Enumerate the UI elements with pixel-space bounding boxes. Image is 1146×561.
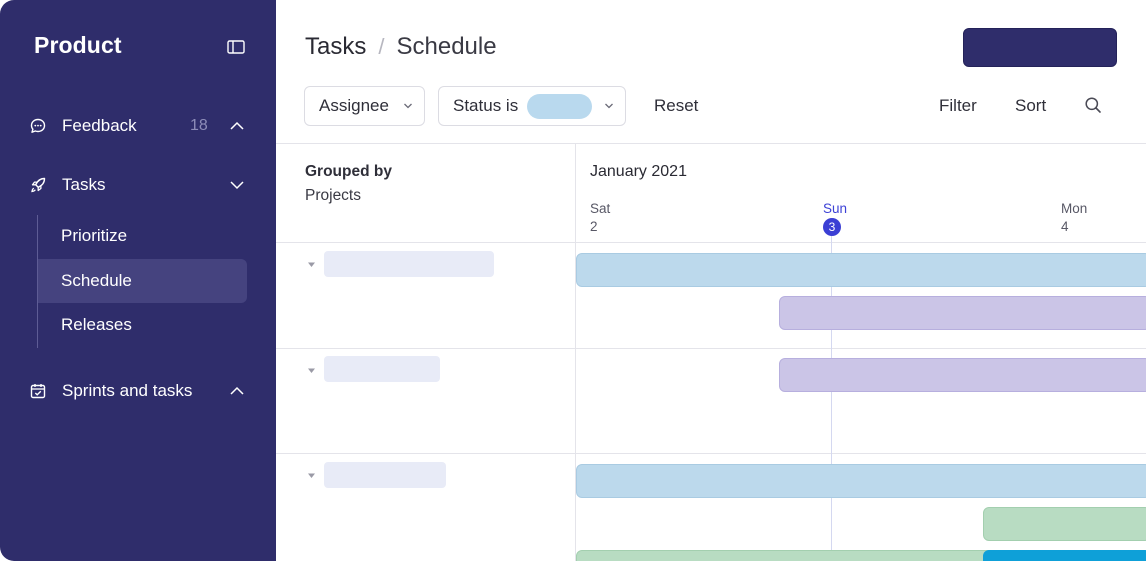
timeline-bar[interactable] xyxy=(983,550,1146,561)
breadcrumb-separator: / xyxy=(378,34,385,59)
sidebar-item-feedback[interactable]: Feedback 18 xyxy=(0,106,276,146)
project-name-placeholder[interactable] xyxy=(324,251,494,277)
sidebar-item-label: Feedback xyxy=(62,116,137,135)
primary-action-button[interactable] xyxy=(963,28,1117,67)
day-name: Sun xyxy=(823,201,848,216)
page-title: Schedule xyxy=(396,33,497,60)
day-name: Sat xyxy=(590,201,611,216)
day-name: Mon xyxy=(1061,201,1088,216)
month-label: January 2021 xyxy=(590,163,687,180)
chevron-down-icon xyxy=(605,103,613,109)
sort-button[interactable]: Sort xyxy=(1015,96,1046,116)
workspace-title: Product xyxy=(34,32,122,58)
assignee-filter-label: Assignee xyxy=(319,96,389,115)
sidebar-subitem-schedule[interactable]: Schedule xyxy=(38,259,247,303)
grouped-by-label: Grouped by xyxy=(305,163,392,180)
chevron-up-icon[interactable] xyxy=(229,384,245,398)
timeline-bar[interactable] xyxy=(779,358,1146,392)
caret-down-icon[interactable] xyxy=(307,367,316,374)
chevron-down-icon xyxy=(404,103,412,109)
timeline-grid: Grouped by Projects January 2021 Sat 2 S… xyxy=(276,143,1146,561)
day-column-mon: Mon 4 xyxy=(1061,200,1087,236)
sidebar-item-sprints-and-tasks[interactable]: Sprints and tasks xyxy=(0,371,276,411)
sidebar: Product Feedback 18 Tasks Prioritize Sch… xyxy=(0,0,276,561)
rocket-icon xyxy=(31,177,46,193)
feedback-count-badge: 18 xyxy=(190,117,208,134)
project-name-placeholder[interactable] xyxy=(324,462,446,488)
sidebar-item-label: Sprints and tasks xyxy=(62,381,193,400)
timeline-bar[interactable] xyxy=(576,464,1146,498)
grid-divider xyxy=(276,348,1146,349)
timeline-bar[interactable] xyxy=(576,253,1146,287)
status-filter-label: Status is xyxy=(453,96,519,115)
search-icon[interactable] xyxy=(1084,96,1102,114)
grid-divider xyxy=(276,453,1146,454)
caret-down-icon[interactable] xyxy=(307,261,316,268)
sidebar-toggle-icon[interactable] xyxy=(226,38,246,56)
day-number: 4 xyxy=(1061,219,1069,234)
status-filter-dropdown[interactable]: Status is xyxy=(438,86,626,126)
day-column-sat: Sat 2 xyxy=(590,200,610,236)
column-divider xyxy=(575,143,576,561)
today-badge: 3 xyxy=(823,218,841,236)
sidebar-subitem-releases[interactable]: Releases xyxy=(38,303,247,347)
timeline-bar[interactable] xyxy=(576,550,996,561)
status-value-pill xyxy=(527,94,592,119)
calendar-check-icon xyxy=(30,384,46,399)
timeline-bar[interactable] xyxy=(779,296,1146,330)
day-column-sun: Sun 3 xyxy=(823,200,847,236)
timeline-bar[interactable] xyxy=(983,507,1146,541)
breadcrumb-tasks[interactable]: Tasks xyxy=(305,33,366,61)
breadcrumb: Tasks / Schedule xyxy=(305,33,497,61)
project-name-placeholder[interactable] xyxy=(324,356,440,382)
main-panel: Tasks / Schedule Assignee Status is Rese… xyxy=(276,0,1146,561)
grid-divider xyxy=(276,242,1146,243)
assignee-filter-dropdown[interactable]: Assignee xyxy=(304,86,425,126)
reset-button[interactable]: Reset xyxy=(654,96,698,116)
chevron-down-icon[interactable] xyxy=(229,178,245,192)
grid-divider xyxy=(276,143,1146,144)
caret-down-icon[interactable] xyxy=(307,472,316,479)
chevron-up-icon[interactable] xyxy=(229,119,245,133)
grouped-by-value[interactable]: Projects xyxy=(305,187,361,205)
sidebar-item-label: Tasks xyxy=(62,175,106,194)
day-number: 2 xyxy=(590,219,598,234)
sidebar-item-tasks[interactable]: Tasks xyxy=(0,165,276,205)
filter-button[interactable]: Filter xyxy=(939,96,977,116)
chat-bubble-icon xyxy=(30,118,46,133)
sidebar-subitem-prioritize[interactable]: Prioritize xyxy=(38,214,247,258)
